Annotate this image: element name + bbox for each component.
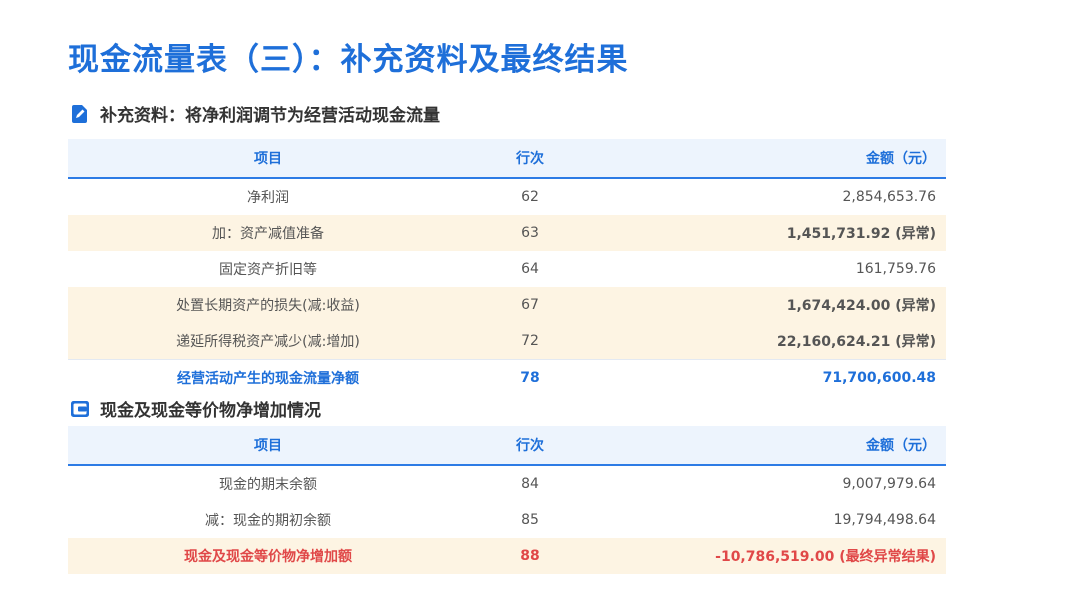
section-heading-cash: 现金及现金等价物净增加情况 (70, 396, 321, 421)
table-row: 减：现金的期初余额 85 19,794,498.64 (68, 502, 946, 538)
header-line: 行次 (468, 426, 592, 466)
row-item: 净利润 (247, 190, 289, 206)
table-row: 固定资产折旧等 64 161,759.76 (68, 251, 946, 287)
table-header-row: 项目 行次 金额（元） (68, 426, 946, 466)
table-row: 净利润 62 2,854,653.76 (68, 178, 946, 215)
header-item: 项目 (68, 139, 468, 179)
row-item: 减：现金的期初余额 (205, 513, 331, 529)
row-amount: 19,794,498.64 (833, 512, 936, 528)
row-line: 62 (521, 189, 539, 205)
row-item: 现金的期末余额 (219, 477, 317, 493)
header-amount: 金额（元） (592, 426, 946, 466)
total-amount: 71,700,600.48 (592, 359, 946, 396)
row-item: 递延所得税资产减少(减:增加) (68, 323, 468, 360)
section-heading-text: 补充资料：将净利润调节为经营活动现金流量 (100, 106, 440, 126)
row-amount-abnormal: 1,674,424.00 (异常) (592, 287, 946, 323)
row-line: 84 (521, 476, 539, 492)
row-amount-abnormal: 1,451,731.92 (异常) (592, 215, 946, 251)
total-item: 经营活动产生的现金流量净额 (68, 359, 468, 396)
section-heading-supplementary: 补充资料：将净利润调节为经营活动现金流量 (70, 101, 440, 126)
row-amount: 9,007,979.64 (842, 476, 936, 492)
edit-document-icon (70, 104, 90, 124)
total-line: 78 (468, 359, 592, 396)
table-row-total: 经营活动产生的现金流量净额 78 71,700,600.48 (68, 359, 946, 396)
table-row-abnormal: 递延所得税资产减少(减:增加) 72 22,160,624.21 (异常) (68, 323, 946, 360)
row-item: 加：资产减值准备 (68, 215, 468, 251)
row-line: 72 (468, 323, 592, 360)
row-line: 63 (468, 215, 592, 251)
table-row-final-result: 现金及现金等价物净增加额 88 -10,786,519.00 (最终异常结果) (68, 538, 946, 574)
page-title: 现金流量表（三）：补充资料及最终结果 (68, 42, 629, 78)
wallet-icon (70, 399, 90, 419)
row-amount: 161,759.76 (855, 261, 936, 277)
header-line: 行次 (468, 139, 592, 179)
row-item: 处置长期资产的损失(减:收益) (68, 287, 468, 323)
table-row: 现金的期末余额 84 9,007,979.64 (68, 465, 946, 502)
header-item: 项目 (68, 426, 468, 466)
supplementary-table: 项目 行次 金额（元） 净利润 62 2,854,653.76 加：资产减值准备… (68, 139, 946, 396)
row-amount-abnormal: 22,160,624.21 (异常) (592, 323, 946, 360)
table-header-row: 项目 行次 金额（元） (68, 139, 946, 179)
section-heading-text: 现金及现金等价物净增加情况 (100, 401, 321, 421)
row-amount: 2,854,653.76 (842, 189, 936, 205)
final-item: 现金及现金等价物净增加额 (68, 538, 468, 574)
row-item: 固定资产折旧等 (219, 262, 317, 278)
table-row-abnormal: 加：资产减值准备 63 1,451,731.92 (异常) (68, 215, 946, 251)
table-row-abnormal: 处置长期资产的损失(减:收益) 67 1,674,424.00 (异常) (68, 287, 946, 323)
row-line: 85 (521, 512, 539, 528)
final-line: 88 (468, 538, 592, 574)
header-amount: 金额（元） (592, 139, 946, 179)
row-line: 64 (521, 261, 539, 277)
cash-equivalents-table: 项目 行次 金额（元） 现金的期末余额 84 9,007,979.64 减：现金… (68, 426, 946, 574)
row-line: 67 (468, 287, 592, 323)
final-amount: -10,786,519.00 (最终异常结果) (592, 538, 946, 574)
